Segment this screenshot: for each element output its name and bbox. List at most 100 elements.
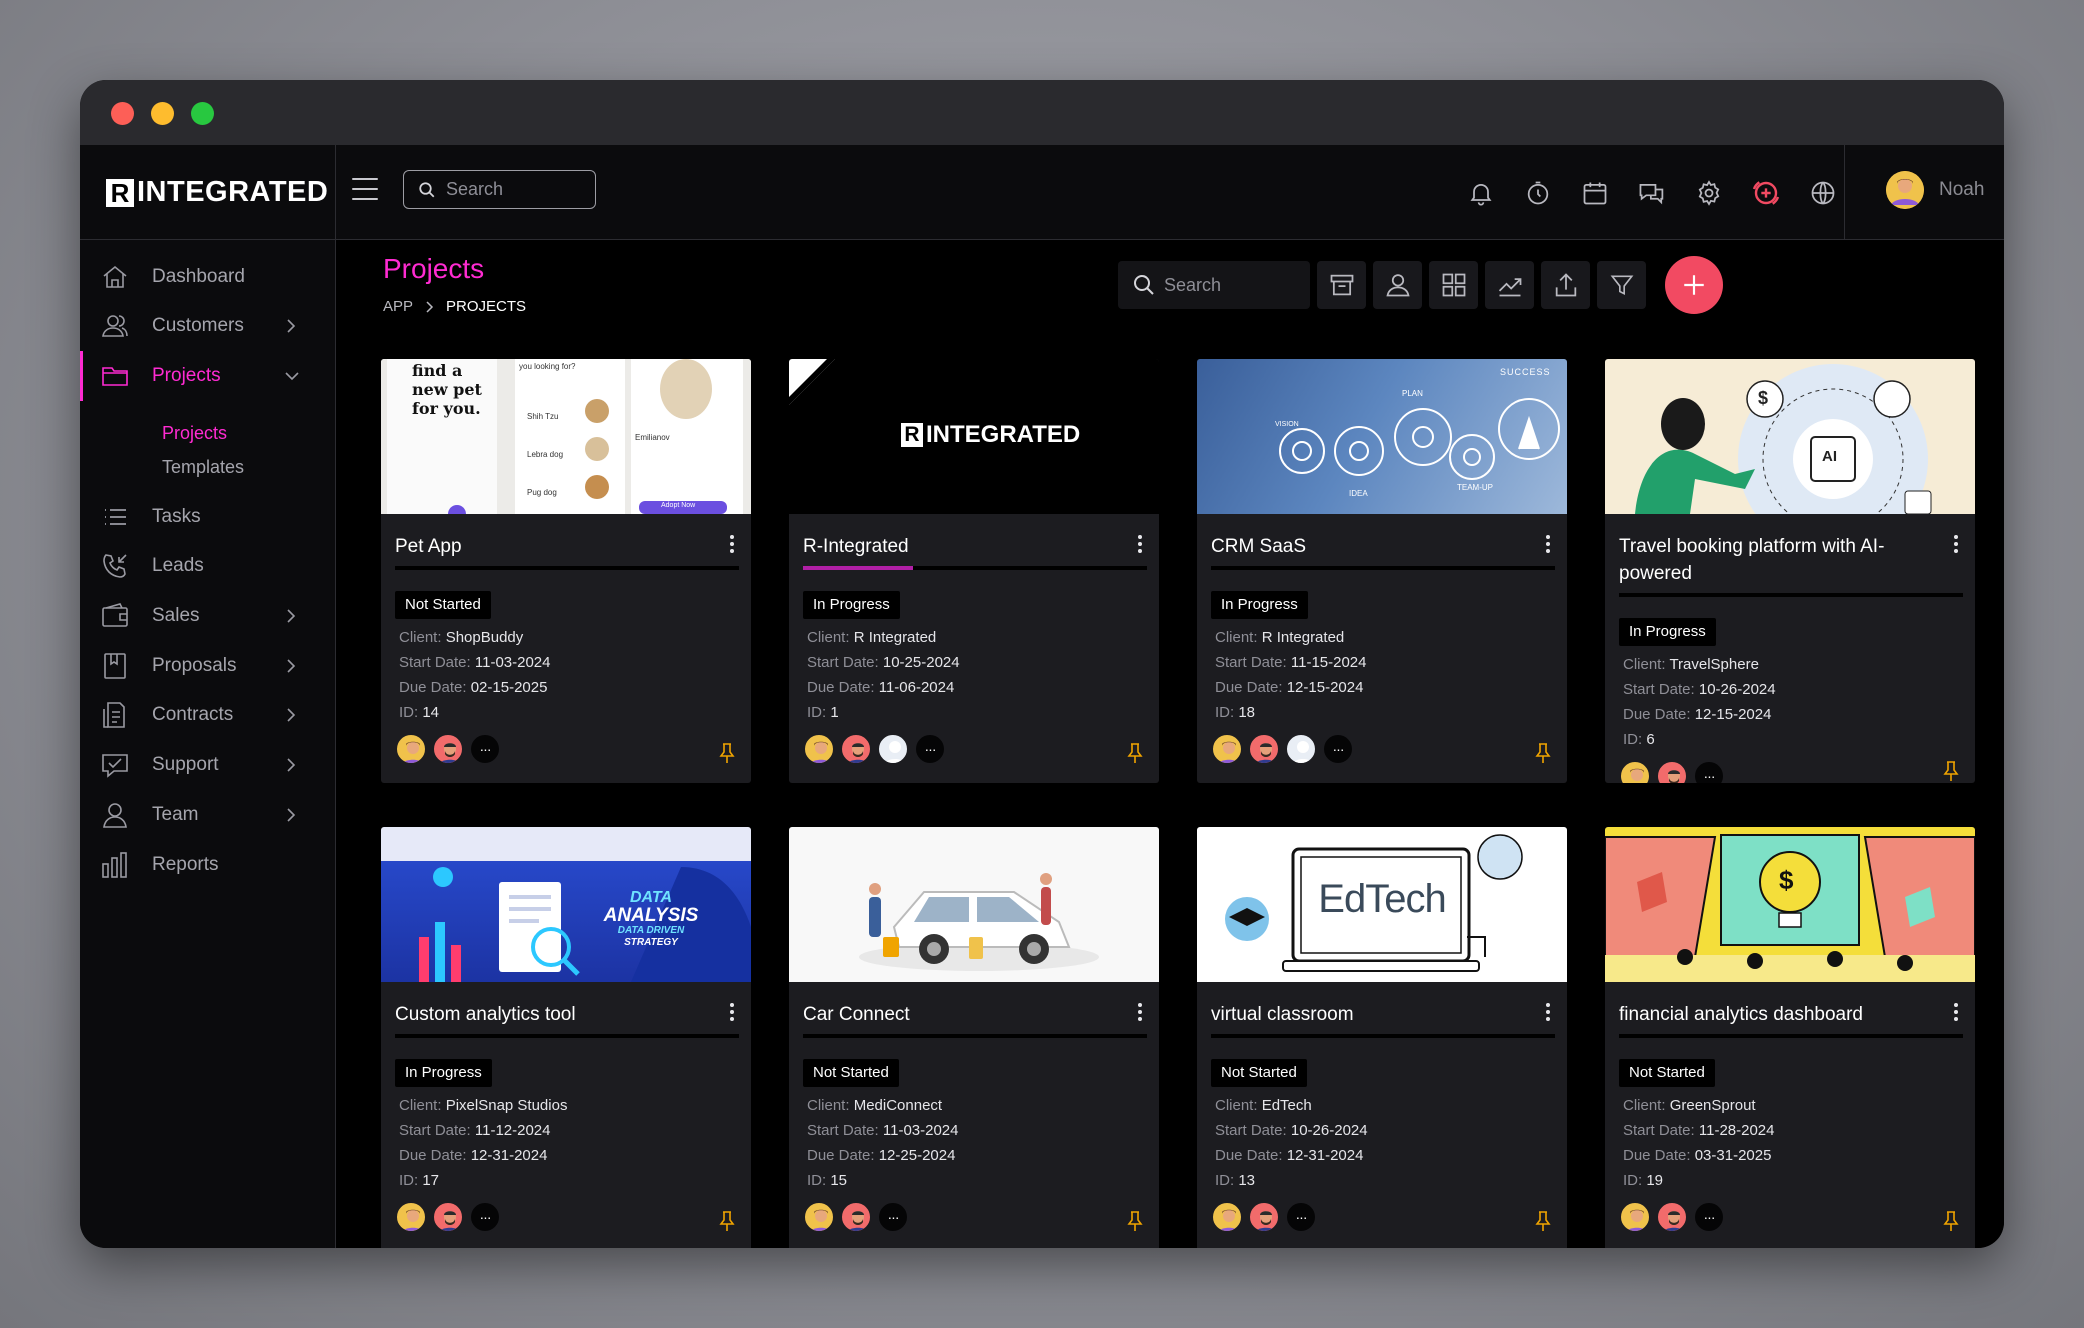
project-title[interactable]: Custom analytics tool [395, 1001, 713, 1028]
sidebar-item-label: Reports [152, 854, 219, 875]
more-options-icon[interactable] [729, 535, 735, 553]
project-card[interactable]: DATA ANALYSIS DATA DRIVEN STRATEGY Custo… [381, 827, 751, 1248]
more-options-icon[interactable] [1545, 1003, 1551, 1021]
filter-button[interactable] [1597, 261, 1646, 309]
member-avatars[interactable]: ··· [1619, 1201, 1730, 1233]
pin-icon[interactable] [717, 1209, 737, 1233]
user-menu[interactable]: Noah [1886, 171, 1984, 209]
pet-headline: find a new pet for you. [412, 361, 482, 418]
pin-icon[interactable] [1533, 1209, 1553, 1233]
header-actions [1452, 145, 1851, 240]
member-avatars[interactable]: ··· [395, 1201, 506, 1233]
more-options-icon[interactable] [1137, 535, 1143, 553]
pin-icon[interactable] [1125, 741, 1145, 765]
archive-button[interactable] [1317, 261, 1366, 309]
client-name: ShopBuddy [445, 629, 524, 646]
project-title[interactable]: Travel booking platform with AI-powered [1619, 533, 1937, 587]
more-options-icon[interactable] [729, 1003, 735, 1021]
sidebar-item-dashboard[interactable]: Dashboard [80, 252, 336, 302]
main-content: Projects APP PROJECTS Search find a new … [336, 240, 2004, 1248]
search-icon [1134, 275, 1154, 295]
more-options-icon[interactable] [1953, 1003, 1959, 1021]
more-members[interactable]: ··· [1693, 760, 1725, 783]
sidebar-item-customers[interactable]: Customers [80, 301, 336, 351]
project-thumbnail: SUCCESS PLAN IDEA TEAM-UP VISION [1197, 359, 1567, 514]
gear-icon[interactable] [1680, 171, 1737, 215]
more-members[interactable]: ··· [1322, 733, 1354, 765]
project-title[interactable]: Pet App [395, 533, 713, 560]
sidebar-subitem-projects[interactable]: Projects [162, 423, 227, 444]
menu-toggle-icon[interactable] [352, 178, 378, 200]
project-card[interactable]: R INTEGRATED R-Integrated In Progress Cl… [789, 359, 1159, 783]
project-title[interactable]: financial analytics dashboard [1619, 1001, 1937, 1028]
project-card[interactable]: $ financial analytics dashboard Not Star… [1605, 827, 1975, 1248]
close-window-button[interactable] [111, 102, 134, 125]
project-card[interactable]: Car Connect Not Started Client: MediConn… [789, 827, 1159, 1248]
sidebar-item-projects[interactable]: Projects [80, 351, 336, 401]
add-project-button[interactable] [1665, 256, 1723, 314]
project-card[interactable]: AI $ Travel booking platform with AI-pow… [1605, 359, 1975, 783]
more-options-icon[interactable] [1953, 535, 1959, 553]
project-title[interactable]: Car Connect [803, 1001, 1121, 1028]
grid-view-button[interactable] [1429, 261, 1478, 309]
more-members[interactable]: ··· [914, 733, 946, 765]
member-avatars[interactable]: ··· [1211, 733, 1359, 765]
more-options-icon[interactable] [1545, 535, 1551, 553]
projects-search-input[interactable] [1164, 274, 1294, 296]
sidebar-item-support[interactable]: Support [80, 740, 336, 790]
sidebar-subitem-templates[interactable]: Templates [162, 457, 244, 478]
member-avatars[interactable]: ··· [1211, 1201, 1322, 1233]
project-card[interactable]: EdTech virtual classroom Not Started Cli… [1197, 827, 1567, 1248]
more-members[interactable]: ··· [1285, 1201, 1317, 1233]
projects-search[interactable] [1118, 261, 1310, 309]
start-date: 11-12-2024 [474, 1122, 551, 1139]
avatar [803, 733, 835, 765]
member-avatars[interactable]: ··· [1619, 760, 1730, 783]
sidebar-item-tasks[interactable]: Tasks [80, 492, 336, 542]
more-members[interactable]: ··· [877, 1201, 909, 1233]
globe-icon[interactable] [1794, 171, 1851, 215]
pin-icon[interactable] [1533, 741, 1553, 765]
project-title[interactable]: R-Integrated [803, 533, 1121, 560]
member-avatars[interactable]: ··· [803, 733, 951, 765]
more-members[interactable]: ··· [469, 1201, 501, 1233]
minimize-window-button[interactable] [151, 102, 174, 125]
chevron-right-icon [287, 758, 296, 772]
sidebar-item-team[interactable]: Team [80, 790, 336, 840]
assignee-filter-button[interactable] [1373, 261, 1422, 309]
global-search-input[interactable] [446, 179, 576, 200]
chat-icon[interactable] [1623, 171, 1680, 215]
pin-icon[interactable] [1125, 1209, 1145, 1233]
sidebar-item-sales[interactable]: Sales [80, 591, 336, 641]
sidebar-item-leads[interactable]: Leads [80, 541, 336, 591]
project-title[interactable]: CRM SaaS [1211, 533, 1529, 560]
project-title[interactable]: virtual classroom [1211, 1001, 1529, 1028]
export-button[interactable] [1541, 261, 1590, 309]
brand-logo[interactable]: R INTEGRATED [80, 145, 336, 240]
more-members[interactable]: ··· [1693, 1201, 1725, 1233]
more-options-icon[interactable] [1137, 1003, 1143, 1021]
crm-word: SUCCESS [1500, 367, 1551, 377]
project-card[interactable]: find a new pet for you. you looking for?… [381, 359, 751, 783]
calendar-icon[interactable] [1566, 171, 1623, 215]
analytics-button[interactable] [1485, 261, 1534, 309]
bookmark-doc-icon [104, 653, 126, 679]
maximize-window-button[interactable] [191, 102, 214, 125]
sidebar-item-reports[interactable]: Reports [80, 840, 336, 890]
timer-icon[interactable] [1509, 171, 1566, 215]
project-id: 19 [1646, 1172, 1664, 1189]
bell-icon[interactable] [1452, 171, 1509, 215]
member-avatars[interactable]: ··· [803, 1201, 914, 1233]
breadcrumb-app[interactable]: APP [383, 298, 413, 315]
member-avatars[interactable]: ··· [395, 733, 506, 765]
sidebar-item-proposals[interactable]: Proposals [80, 641, 336, 691]
sidebar-item-contracts[interactable]: Contracts [80, 690, 336, 740]
pin-icon[interactable] [717, 741, 737, 765]
more-members[interactable]: ··· [469, 733, 501, 765]
global-search[interactable] [403, 170, 596, 209]
currency-symbol: $ [1758, 388, 1769, 408]
pin-icon[interactable] [1941, 759, 1961, 783]
add-circle-icon[interactable] [1737, 171, 1794, 215]
pin-icon[interactable] [1941, 1209, 1961, 1233]
project-card[interactable]: SUCCESS PLAN IDEA TEAM-UP VISION CRM Saa… [1197, 359, 1567, 783]
